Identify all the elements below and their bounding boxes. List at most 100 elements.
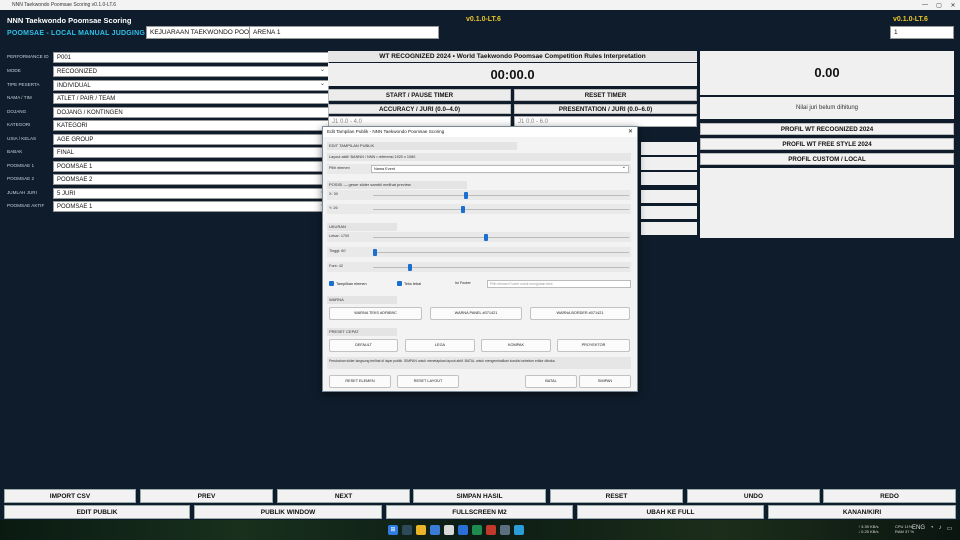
volume-icon[interactable]: ♪ — [939, 525, 942, 532]
dialog-close-icon[interactable]: ✕ — [628, 127, 633, 137]
text-color-button[interactable]: WARNA TEKS #DF8B9C — [329, 307, 422, 320]
wifi-icon[interactable]: ◔ — [930, 525, 934, 532]
field-label: TIPE PESERTA — [7, 82, 40, 87]
category-input[interactable]: KATEGORI — [53, 120, 329, 131]
presentation-j5-input[interactable] — [641, 190, 697, 203]
section-preset: PRESET CEPAT — [327, 328, 397, 336]
reset-element-button[interactable]: RESET ELEMEN — [329, 375, 391, 388]
court-number-input[interactable]: 1 — [890, 26, 954, 39]
font-slider-thumb[interactable] — [408, 263, 413, 271]
switch-full-button[interactable]: UBAH KE FULL — [577, 505, 764, 519]
name-team-input[interactable]: ATLET / PAIR / TEAM — [53, 93, 329, 104]
preset-projector-button[interactable]: PROYEKTOR — [557, 339, 630, 352]
import-csv-button[interactable]: IMPORT CSV — [4, 489, 136, 503]
width-slider-thumb[interactable] — [483, 233, 488, 241]
app-icon[interactable] — [486, 525, 496, 535]
active-poomsae-select[interactable]: POOMSAE 1 — [53, 201, 329, 212]
reset-button[interactable]: RESET — [550, 489, 683, 503]
panel-color-button[interactable]: WARNA PANEL #071421 — [430, 307, 522, 320]
edge-icon[interactable] — [430, 525, 440, 535]
maximize-button[interactable]: ▢ — [932, 2, 946, 9]
preset-default-button[interactable]: DEFAULT — [329, 339, 398, 352]
window-titlebar: NNN Taekwondo Poomsae Scoring v0.1.0-LT.… — [0, 0, 960, 10]
save-button[interactable]: SIMPAN — [579, 375, 631, 388]
bold-text-label: Teks tebal — [404, 281, 422, 286]
store-icon[interactable] — [472, 525, 482, 535]
chrome-icon[interactable] — [444, 525, 454, 535]
border-color-button[interactable]: WARNA BORDER #071421 — [530, 307, 630, 320]
close-button[interactable]: ✕ — [946, 2, 960, 9]
poomsae-1-input[interactable]: POOMSAE 1 — [53, 161, 329, 172]
performance-id-input[interactable]: P001 — [53, 52, 329, 63]
show-element-label: Tampilkan elemen — [336, 281, 367, 286]
mode-select[interactable]: RECOGNIZED — [53, 66, 329, 77]
save-result-button[interactable]: SIMPAN HASIL — [413, 489, 546, 503]
fullscreen-m2-button[interactable]: FULLSCREEN M2 — [386, 505, 573, 519]
taskbar-apps: ⊞ — [388, 525, 524, 535]
system-tray: ENG ◔ ♪ ▭ — [912, 525, 952, 532]
y-slider-track[interactable] — [373, 208, 629, 210]
file-explorer-icon[interactable] — [416, 525, 426, 535]
presentation-j2-input[interactable] — [641, 142, 697, 155]
app-subtitle: POOMSAE - LOCAL MANUAL JUDGING - 0 — [7, 30, 156, 37]
python-icon[interactable] — [514, 525, 524, 535]
arena-input[interactable]: ARENA 1 — [249, 26, 439, 39]
y-slider-thumb[interactable] — [461, 205, 466, 213]
edit-public-button[interactable]: EDIT PUBLIK — [4, 505, 190, 519]
reset-layout-button[interactable]: RESET LAYOUT — [397, 375, 459, 388]
search-icon[interactable] — [402, 525, 412, 535]
height-slider-track[interactable] — [373, 251, 629, 253]
preset-kompak-button[interactable]: KOMPAK — [481, 339, 551, 352]
footer-input[interactable]: Pilih elemen Footer untuk mengubah teks — [487, 280, 631, 288]
presentation-j4-input[interactable] — [641, 172, 697, 185]
next-button[interactable]: NEXT — [277, 489, 410, 503]
show-element-checkbox[interactable]: Tampilkan elemen — [329, 281, 367, 286]
preset-lega-button[interactable]: LEGA — [405, 339, 475, 352]
presentation-avg — [641, 222, 697, 235]
x-slider-track[interactable] — [373, 194, 629, 196]
start-icon[interactable]: ⊞ — [388, 525, 398, 535]
x-label: X: 30 — [329, 192, 338, 196]
terminal-icon[interactable] — [500, 525, 510, 535]
timer-display: 00:00.0 — [328, 63, 697, 86]
cancel-button[interactable]: BATAL — [525, 375, 577, 388]
participant-type-select[interactable]: INDIVIDUAL — [53, 80, 329, 91]
dojang-input[interactable]: DOJANG / KONTINGEN — [53, 107, 329, 118]
undo-button[interactable]: UNDO — [687, 489, 820, 503]
age-class-input[interactable]: AGE GROUP — [53, 134, 329, 145]
minimize-button[interactable]: — — [918, 2, 932, 9]
poomsae-2-input[interactable]: POOMSAE 2 — [53, 174, 329, 185]
bold-text-checkbox[interactable]: Teks tebal — [397, 281, 421, 286]
vscode-icon[interactable] — [458, 525, 468, 535]
profile-wt-freestyle-button[interactable]: PROFIL WT FREE STYLE 2024 — [700, 138, 954, 150]
reset-timer-button[interactable]: RESET TIMER — [514, 89, 697, 101]
field-label: POOMSAE 1 — [7, 163, 35, 168]
font-label: Font: 42 — [329, 264, 343, 268]
dialog-note: Perubahan slider langsung terlihat di la… — [327, 357, 631, 369]
battery-icon[interactable]: ▭ — [947, 525, 953, 532]
height-slider-thumb[interactable] — [373, 248, 377, 256]
presentation-j3-input[interactable] — [641, 157, 697, 170]
rules-header: WT RECOGNIZED 2024 • World Taekwondo Poo… — [328, 51, 697, 62]
width-slider-track[interactable] — [373, 236, 629, 238]
redo-button[interactable]: REDO — [823, 489, 956, 503]
total-score-display: 0.00 — [700, 51, 954, 95]
layout-info: Layout aktif: BANNN / NNN • referensi 19… — [327, 153, 631, 161]
start-pause-timer-button[interactable]: START / PAUSE TIMER — [328, 89, 511, 101]
x-slider-thumb[interactable] — [463, 191, 468, 199]
public-window-button[interactable]: PUBLIK WINDOW — [194, 505, 382, 519]
prev-button[interactable]: PREV — [140, 489, 273, 503]
pick-element-select[interactable]: Nama Event — [371, 164, 629, 173]
judge-count-select[interactable]: 5 JURI — [53, 188, 329, 199]
profile-wt-recognized-button[interactable]: PROFIL WT RECOGNIZED 2024 — [700, 123, 954, 135]
event-name-input[interactable]: KEJUARAAN TAEKWONDO POOM — [146, 26, 250, 39]
profile-custom-button[interactable]: PROFIL CUSTOM / LOCAL — [700, 153, 954, 165]
field-label: DOJANG — [7, 109, 27, 114]
right-left-button[interactable]: KANAN/KIRI — [768, 505, 956, 519]
dialog-title: Edit Tampilan Publik - NNN Taekwondo Poo… — [327, 129, 445, 134]
window-controls: — ▢ ✕ — [918, 2, 960, 9]
round-input[interactable]: FINAL — [53, 147, 329, 158]
field-label: POOMSAE AKTIF — [7, 203, 45, 208]
field-label: JUMLAH JURI — [7, 190, 37, 195]
language-indicator[interactable]: ENG — [912, 525, 925, 532]
